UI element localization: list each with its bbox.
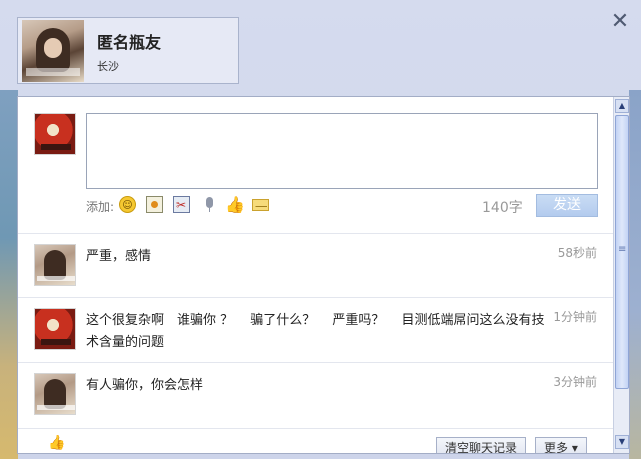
profile-city: 长沙 — [97, 60, 119, 73]
background-scenery-right — [629, 90, 641, 459]
thumb-icon[interactable]: 👍 — [48, 435, 65, 451]
send-button[interactable]: 发送 — [536, 194, 598, 217]
like-icon[interactable]: 👍 — [225, 196, 245, 213]
avatar[interactable] — [34, 373, 76, 415]
list-item: 严重，感情 58秒前 — [18, 234, 615, 298]
post-text: 这个很复杂啊 谁骗你 ？ 骗了什么？ 严重吗？ 目测低端屌问这么没有技术含量的问… — [86, 313, 545, 350]
scroll-thumb[interactable] — [615, 115, 629, 389]
conversation-panel: 添加: ☺ 👍 140字 发送 严重，感情 58秒前 这个很复杂啊 谁骗你 ？ … — [17, 96, 630, 454]
background-scenery — [0, 90, 18, 459]
message-input[interactable] — [86, 113, 598, 189]
mail-icon[interactable] — [252, 199, 269, 211]
footer-bar: 👍 清空聊天记录 更多 ▾ — [18, 431, 615, 453]
char-count: 140字 — [482, 200, 523, 216]
post-text: 有人骗你，你会怎样 — [86, 378, 204, 393]
post-time: 58秒前 — [557, 246, 597, 260]
more-button[interactable]: 更多 ▾ — [535, 437, 587, 453]
scrollbar[interactable]: ▲ ▼ — [613, 97, 629, 453]
avatar[interactable] — [34, 244, 76, 286]
add-label: 添加: — [86, 200, 115, 214]
scroll-down-icon[interactable]: ▼ — [615, 435, 629, 449]
avatar[interactable] — [34, 308, 76, 350]
smile-icon[interactable]: ☺ — [119, 196, 136, 213]
list-item: 这个很复杂啊 谁骗你 ？ 骗了什么？ 严重吗？ 目测低端屌问这么没有技术含量的问… — [18, 298, 615, 363]
profile-name: 匿名瓶友 — [97, 33, 162, 52]
post-text: 严重，感情 — [86, 249, 152, 264]
list-item: 有人骗你，你会怎样 3分钟前 — [18, 363, 615, 429]
my-avatar[interactable] — [34, 113, 76, 155]
scroll-up-icon[interactable]: ▲ — [615, 99, 629, 113]
avatar-face — [44, 38, 62, 58]
compose-area: 添加: ☺ 👍 140字 发送 — [18, 97, 615, 234]
close-icon[interactable]: ✕ — [609, 11, 631, 33]
image-icon[interactable] — [146, 196, 163, 213]
profile-card[interactable]: 匿名瓶友 长沙 — [17, 17, 239, 84]
avatar[interactable] — [22, 20, 84, 82]
mic-icon[interactable] — [201, 196, 218, 213]
video-icon[interactable] — [173, 196, 190, 214]
post-time: 1分钟前 — [553, 310, 597, 324]
post-time: 3分钟前 — [553, 375, 597, 389]
chat-window: ✕ 匿名瓶友 长沙 添加: ☺ 👍 140字 发送 严重，感情 58秒前 — [0, 0, 641, 459]
clear-history-button[interactable]: 清空聊天记录 — [436, 437, 527, 453]
avatar-caption — [26, 68, 80, 76]
